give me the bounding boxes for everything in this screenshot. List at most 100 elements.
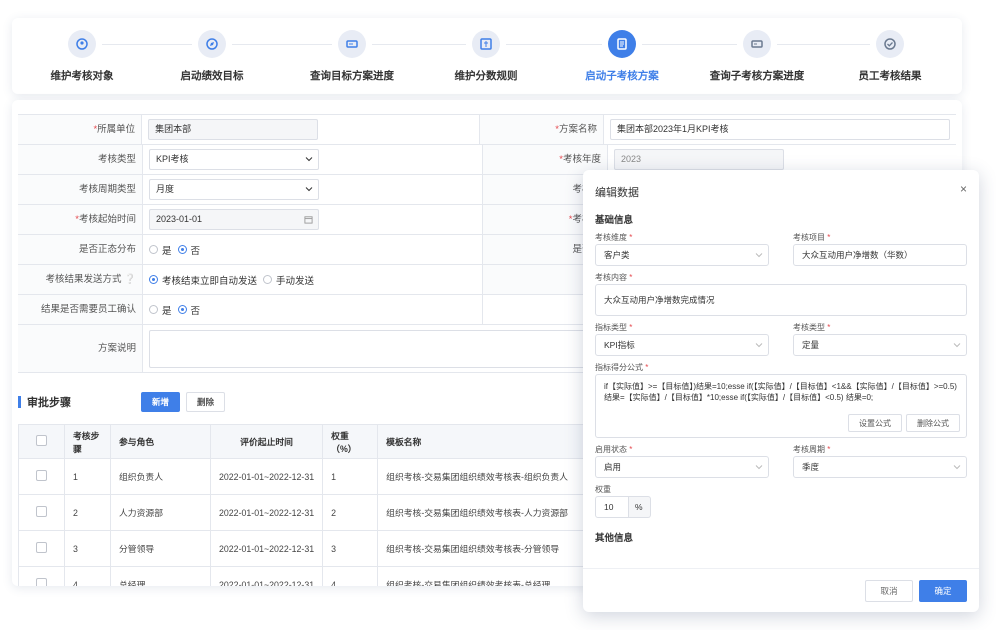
select-all-checkbox[interactable] <box>36 435 47 446</box>
table-row[interactable]: 1 组织负责人 2022-01-01~2022-12-31 1 组织考核-交易集团组织绩… <box>18 458 618 495</box>
formula-box[interactable]: if【实际值】>=【目标值】)结果=10;esse if(【实际值】/【目标值】… <box>595 374 967 438</box>
send-method-label: 考核结果发送方式 ❔ <box>18 265 143 294</box>
status-select[interactable]: 启用 <box>595 456 769 478</box>
basic-info-heading: 基础信息 <box>595 215 634 226</box>
cell-weight: 3 <box>322 530 379 567</box>
table-row[interactable]: 3 分管领导 2022-01-01~2022-12-31 3 组织考核-交易集团组织绩效… <box>18 530 618 567</box>
cell-weight: 1 <box>322 458 379 495</box>
step-6[interactable]: 查询子考核方案进度 <box>697 30 817 83</box>
cell-template: 组织考核-交易集团组织绩效考核表-总经理 <box>377 566 618 586</box>
start-label: *考核起始时间 <box>18 205 143 234</box>
table-row[interactable]: 4 总经理 2022-01-01~2022-12-31 4 组织考核-交易集团组织绩效考… <box>18 566 618 586</box>
send-auto-radio[interactable]: 考核结束立即自动发送 <box>149 273 257 287</box>
help-icon[interactable]: ❔ <box>124 274 136 285</box>
step-2[interactable]: 启动绩效目标 <box>152 30 272 83</box>
normal-yes-radio[interactable]: 是 <box>149 243 172 257</box>
check-circle-icon <box>876 30 904 58</box>
process-stepper: 维护考核对象 启动绩效目标 查询目标方案进度 维护分数规则 启动子考核方案 查询子考核方案… <box>12 18 962 94</box>
approval-section: 审批步骤 新增 删除 <box>18 392 618 412</box>
ok-button[interactable]: 确定 <box>919 579 967 602</box>
type-label: 考核类型 <box>18 145 143 174</box>
period-label: 考核周期 * <box>793 445 831 454</box>
eval-type-select[interactable]: 定量 <box>793 334 967 356</box>
period-select[interactable]: 季度 <box>793 456 967 478</box>
step-label: 启动绩效目标 <box>180 70 244 82</box>
cell-period: 2022-01-01~2022-12-31 <box>209 566 324 586</box>
target-user-icon <box>68 30 96 58</box>
dim-label: 考核维度 * <box>595 233 633 242</box>
approval-header: 审批步骤 新增 删除 <box>18 392 618 412</box>
col-period: 评价起止时间 <box>209 424 324 459</box>
step-label: 员工考核结果 <box>858 70 922 82</box>
close-icon[interactable]: × <box>960 182 967 196</box>
year-input[interactable]: 2023 <box>614 149 784 170</box>
cancel-button[interactable]: 取消 <box>865 579 913 602</box>
item-label: 考核项目 * <box>793 233 831 242</box>
other-info-heading: 其他信息 <box>595 533 634 544</box>
cell-step: 1 <box>64 458 111 495</box>
indicator-type-label: 指标类型 * <box>595 323 633 332</box>
row-checkbox[interactable] <box>36 578 47 586</box>
chevron-down-icon <box>305 187 313 192</box>
normal-no-radio[interactable]: 否 <box>177 243 200 257</box>
table-row[interactable]: 2 人力资源部 2022-01-01~2022-12-31 2 组织考核-交易集团组织绩… <box>18 494 618 531</box>
dim-select[interactable]: 客户类 <box>595 244 769 266</box>
eval-type-label: 考核类型 * <box>793 323 831 332</box>
content-input[interactable]: 大众互动用户净增数完成情况 <box>595 284 967 316</box>
rules-icon <box>472 30 500 58</box>
start-date-input[interactable]: 2023-01-01 <box>149 209 319 230</box>
row-checkbox[interactable] <box>36 506 47 517</box>
item-input[interactable]: 大众互动用户净增数（华数） <box>793 244 967 266</box>
delete-formula-button[interactable]: 删除公式 <box>906 414 960 432</box>
cell-template: 组织考核-交易集团组织绩效考核表-组织负责人 <box>377 458 618 495</box>
confirm-yes-radio[interactable]: 是 <box>149 303 172 317</box>
cell-weight: 2 <box>322 494 379 531</box>
approval-table: 考核步骤 参与角色 评价起止时间 权重（%） 模板名称 1 组织负责人 2022-0… <box>18 424 618 586</box>
cell-step: 4 <box>64 566 111 586</box>
delete-button[interactable]: 删除 <box>186 392 226 412</box>
cell-period: 2022-01-01~2022-12-31 <box>209 458 324 495</box>
card-icon <box>338 30 366 58</box>
step-label: 查询子考核方案进度 <box>709 70 805 82</box>
approval-title: 审批步骤 <box>27 397 71 409</box>
set-formula-button[interactable]: 设置公式 <box>848 414 902 432</box>
cell-role: 组织负责人 <box>110 458 211 495</box>
org-label: *所属单位 <box>18 115 143 144</box>
col-step: 考核步骤 <box>64 424 111 459</box>
col-weight: 权重（%） <box>322 424 379 459</box>
confirm-no-radio[interactable]: 否 <box>177 303 200 317</box>
compass-icon <box>198 30 226 58</box>
weight-input[interactable]: 10 <box>595 496 629 518</box>
add-button[interactable]: 新增 <box>141 392 181 412</box>
row-checkbox[interactable] <box>36 470 47 481</box>
cell-step: 2 <box>64 494 111 531</box>
step-4[interactable]: 维护分数规则 <box>426 30 546 83</box>
weight-unit: % <box>629 496 651 518</box>
step-3[interactable]: 查询目标方案进度 <box>292 30 412 83</box>
cell-step: 3 <box>64 530 111 567</box>
cell-template: 组织考核-交易集团组织绩效考核表-人力资源部 <box>377 494 618 531</box>
chevron-down-icon <box>953 465 961 470</box>
cycle-select[interactable]: 月度 <box>149 179 319 200</box>
plan-name-input[interactable]: 集团本部2023年1月KPI考核 <box>609 119 950 140</box>
row-checkbox[interactable] <box>36 542 47 553</box>
confirm-label: 结果是否需要员工确认 <box>18 295 143 324</box>
chevron-down-icon <box>755 253 763 258</box>
step-label: 维护分数规则 <box>454 70 518 82</box>
cell-role: 人力资源部 <box>110 494 211 531</box>
cell-period: 2022-01-01~2022-12-31 <box>209 494 324 531</box>
org-input[interactable]: 集团本部 <box>148 119 319 140</box>
step-5[interactable]: 启动子考核方案 <box>562 30 682 83</box>
cycle-label: 考核周期类型 <box>18 175 143 204</box>
chevron-down-icon <box>953 343 961 348</box>
indicator-type-select[interactable]: KPI指标 <box>595 334 769 356</box>
type-select[interactable]: KPI考核 <box>149 149 319 170</box>
col-template: 模板名称 <box>377 424 618 459</box>
step-1[interactable]: 维护考核对象 <box>22 30 142 83</box>
progress-icon <box>743 30 771 58</box>
step-label: 查询目标方案进度 <box>310 70 394 82</box>
step-7[interactable]: 员工考核结果 <box>830 30 950 83</box>
send-manual-radio[interactable]: 手动发送 <box>263 273 314 287</box>
chevron-down-icon <box>755 343 763 348</box>
formula-label: 指标得分公式 * <box>595 363 649 372</box>
